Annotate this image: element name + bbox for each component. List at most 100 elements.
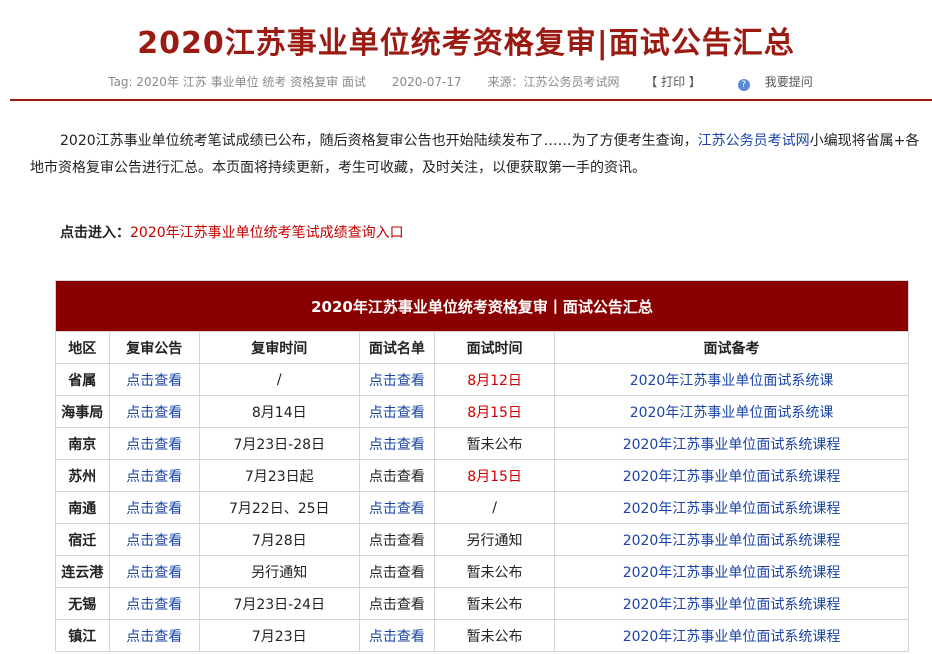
notice-table: 2020年江苏事业单位统考资格复审丨面试公告汇总 地区 复审公告 复审时间 面试名单面…: [55, 280, 909, 652]
interview-list-link[interactable]: 点击查看: [369, 629, 425, 645]
interview-prep-cell: 2020年江苏事业单位面试系统课: [554, 363, 909, 396]
publish-date: 2020-07-17: [391, 75, 462, 89]
table-row: 连云港 点击查看 另行通知 点击查看 暂未公布 2020年江苏事业单位面试系统课程: [55, 555, 909, 588]
review-notice-cell: 点击查看: [108, 619, 200, 652]
review-notice-cell: 点击查看: [108, 523, 200, 556]
review-time-cell: /: [198, 363, 360, 396]
ask-label: 我要提问: [764, 75, 813, 89]
intro-paragraph: 2020江苏事业单位统考笔试成绩已公布，随后资格复审公告也开始陆续发布了……为了…: [30, 128, 926, 182]
tag-list[interactable]: Tag: 2020年 江苏 事业单位 统考 资格复审 面试: [108, 75, 366, 89]
interview-prep-cell: 2020年江苏事业单位面试系统课程: [554, 523, 909, 556]
interview-list-link[interactable]: 点击查看: [369, 405, 425, 421]
interview-time-cell: 暂未公布: [434, 427, 556, 460]
interview-prep-cell: 2020年江苏事业单位面试系统课程: [554, 587, 909, 620]
interview-list-cell: 点击查看: [358, 491, 436, 524]
review-time-cell: 7月23日-28日: [198, 427, 360, 460]
interview-list-link[interactable]: 点击查看: [369, 437, 425, 453]
site-link[interactable]: 江苏公务员考试网: [698, 133, 810, 149]
review-notice-cell: 点击查看: [108, 587, 200, 620]
interview-list-link[interactable]: 点击查看: [369, 373, 425, 389]
review-time-cell: 7月23日-24日: [198, 587, 360, 620]
review-notice-cell: 点击查看: [108, 427, 200, 460]
interview-list: 点击查看: [358, 459, 436, 492]
interview-time-cell: 8月15日: [434, 395, 556, 428]
review-notice-cell: 点击查看: [108, 491, 200, 524]
interview-prep-link[interactable]: 2020年江苏事业单位面试系统课: [630, 405, 834, 421]
review-time-cell: 另行通知: [198, 555, 360, 588]
table-row: 南京 点击查看 7月23日-28日 点击查看 暂未公布 2020年江苏事业单位面试系统课程: [55, 427, 909, 460]
review-notice-cell: 点击查看: [108, 395, 200, 428]
review-notice-link[interactable]: 点击查看: [126, 565, 182, 581]
ask-question-button[interactable]: ? 我要提问: [727, 75, 824, 91]
region-cell: 无锡: [55, 587, 110, 620]
column-header: 复审时间: [198, 331, 360, 364]
review-time-cell: 7月23日起: [198, 459, 360, 492]
entry-label: 点击进入：: [60, 225, 130, 241]
column-header: 面试时间: [434, 331, 556, 364]
article-meta: Tag: 2020年 江苏 事业单位 统考 资格复审 面试 2020-07-17…: [0, 73, 932, 91]
region-cell: 苏州: [55, 459, 110, 492]
review-notice-link[interactable]: 点击查看: [126, 373, 182, 389]
review-notice-link[interactable]: 点击查看: [126, 629, 182, 645]
review-notice-link[interactable]: 点击查看: [126, 437, 182, 453]
score-query-link[interactable]: 2020年江苏事业单位统考笔试成绩查询入口: [130, 225, 404, 241]
column-header: 复审公告: [108, 331, 200, 364]
page-title: 2020江苏事业单位统考资格复审|面试公告汇总: [137, 26, 795, 61]
interview-prep-link[interactable]: 2020年江苏事业单位面试系统课程: [623, 565, 841, 581]
interview-prep-link[interactable]: 2020年江苏事业单位面试系统课程: [623, 501, 841, 517]
interview-prep-cell: 2020年江苏事业单位面试系统课: [554, 395, 909, 428]
interview-list: 点击查看: [358, 523, 436, 556]
review-notice-cell: 点击查看: [108, 459, 200, 492]
interview-prep-cell: 2020年江苏事业单位面试系统课程: [554, 491, 909, 524]
region-cell: 南通: [55, 491, 110, 524]
review-notice-link[interactable]: 点击查看: [126, 405, 182, 421]
interview-list-link[interactable]: 点击查看: [369, 501, 425, 517]
review-time-cell: 7月23日: [198, 619, 360, 652]
interview-list: 点击查看: [358, 587, 436, 620]
review-notice-cell: 点击查看: [108, 555, 200, 588]
interview-prep-link[interactable]: 2020年江苏事业单位面试系统课: [630, 373, 834, 389]
entry-line: 点击进入：2020年江苏事业单位统考笔试成绩查询入口: [60, 222, 404, 242]
interview-time-cell: 8月12日: [434, 363, 556, 396]
review-notice-cell: 点击查看: [108, 363, 200, 396]
table-row: 无锡 点击查看 7月23日-24日 点击查看 暂未公布 2020年江苏事业单位面试系统课程: [55, 587, 909, 620]
review-notice-link[interactable]: 点击查看: [126, 533, 182, 549]
interview-prep-link[interactable]: 2020年江苏事业单位面试系统课程: [623, 533, 841, 549]
interview-list-cell: 点击查看: [358, 395, 436, 428]
review-notice-link[interactable]: 点击查看: [126, 597, 182, 613]
interview-list-cell: 点击查看: [358, 427, 436, 460]
review-time-cell: 8月14日: [198, 395, 360, 428]
table-row: 南通 点击查看 7月22日、25日 点击查看/2020年江苏事业单位面试系统课程: [55, 491, 909, 524]
column-header: 地区: [55, 331, 110, 364]
region-cell: 连云港: [55, 555, 110, 588]
source-label[interactable]: 来源：江苏公务员考试网: [487, 75, 619, 89]
region-cell: 宿迁: [55, 523, 110, 556]
interview-time-cell: 暂未公布: [434, 555, 556, 588]
region-cell: 镇江: [55, 619, 110, 652]
interview-prep-link[interactable]: 2020年江苏事业单位面试系统课程: [623, 469, 841, 485]
interview-prep-cell: 2020年江苏事业单位面试系统课程: [554, 459, 909, 492]
table-row: 海事局 点击查看 8月14日 点击查看 8月15日 2020年江苏事业单位面试系统课: [55, 395, 909, 428]
table-row: 宿迁 点击查看 7月28日 点击查看 另行通知 2020年江苏事业单位面试系统课程: [55, 523, 909, 556]
interview-time-cell: 暂未公布: [434, 587, 556, 620]
interview-list-cell: 点击查看: [358, 619, 436, 652]
column-header: 面试备考: [554, 331, 909, 364]
review-time-cell: 7月22日、25日: [198, 491, 360, 524]
interview-time-cell: 暂未公布: [434, 619, 556, 652]
column-header: 面试名单: [358, 331, 436, 364]
interview-prep-link[interactable]: 2020年江苏事业单位面试系统课程: [623, 437, 841, 453]
review-notice-link[interactable]: 点击查看: [126, 501, 182, 517]
interview-time-cell: 另行通知: [434, 523, 556, 556]
table-header-row: 地区 复审公告 复审时间 面试名单 面试时间 面试备考: [55, 331, 909, 364]
interview-prep-cell: 2020年江苏事业单位面试系统课程: [554, 619, 909, 652]
interview-prep-link[interactable]: 2020年江苏事业单位面试系统课程: [623, 597, 841, 613]
interview-time-cell: /: [434, 491, 556, 524]
interview-prep-link[interactable]: 2020年江苏事业单位面试系统课程: [623, 629, 841, 645]
table-row: 苏州 点击查看 7月23日起 点击查看 8月15日 2020年江苏事业单位面试系统课程: [55, 459, 909, 492]
review-notice-link[interactable]: 点击查看: [126, 469, 182, 485]
question-icon: ?: [737, 79, 750, 91]
table-title: 2020年江苏事业单位统考资格复审丨面试公告汇总: [55, 280, 909, 332]
interview-prep-cell: 2020年江苏事业单位面试系统课程: [554, 555, 909, 588]
print-button[interactable]: 【 打印 】: [645, 75, 701, 89]
region-cell: 南京: [55, 427, 110, 460]
